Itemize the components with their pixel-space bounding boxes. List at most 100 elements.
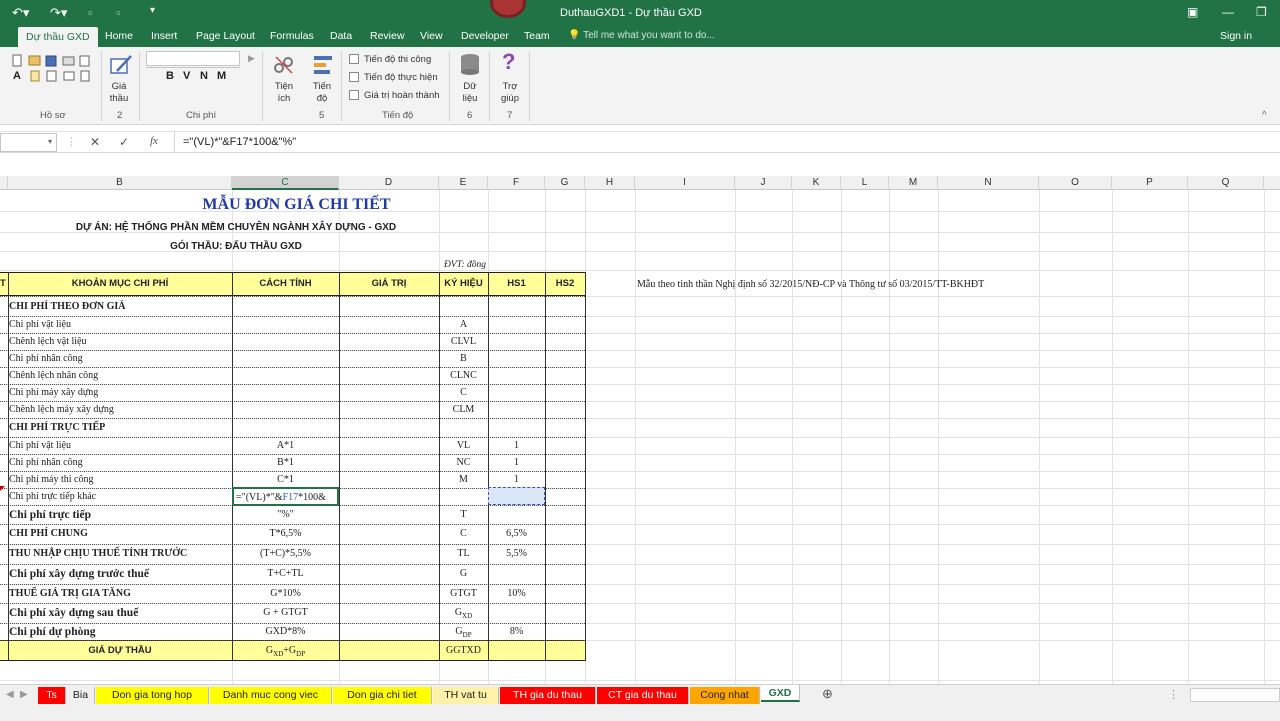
du-lieu-button[interactable]: Dữ liệu	[457, 81, 483, 105]
header-gia-tri[interactable]: GIÁ TRỊ	[339, 278, 439, 290]
format-v-button[interactable]: V	[183, 70, 190, 82]
edit-cell-text[interactable]: ="(VL)*"&F17*100&	[236, 492, 326, 504]
tab-team[interactable]: Team	[524, 30, 550, 42]
customize-qat-icon[interactable]: ▾	[150, 5, 155, 16]
row-cach-tinh[interactable]: G*10%	[232, 588, 339, 600]
cancel-icon[interactable]: ✕	[90, 135, 100, 149]
sheet-tab[interactable]: TH vat tu	[433, 687, 499, 704]
row-hs1[interactable]: 10%	[488, 588, 545, 600]
format-a-button[interactable]: A	[13, 70, 21, 82]
tien-do-icon[interactable]	[313, 55, 333, 75]
tell-me-search[interactable]: 💡 Tell me what you want to do...	[568, 30, 715, 41]
tab-insert[interactable]: Insert	[151, 30, 177, 42]
total-formula[interactable]: GXD+GDP	[232, 645, 339, 660]
database-icon[interactable]	[459, 53, 481, 77]
edit-tools-icons[interactable]	[30, 69, 100, 83]
project-name[interactable]: DỰ ÁN: HỆ THỐNG PHẦN MỀM CHUYÊN NGÀNH XÂ…	[8, 222, 464, 234]
sheet-title[interactable]: MẪU ĐƠN GIÁ CHI TIẾT	[8, 196, 585, 214]
redo-icon[interactable]: ↷▾	[50, 5, 67, 21]
collapse-ribbon-icon[interactable]: ^	[1262, 110, 1267, 121]
tab-page-layout[interactable]: Page Layout	[196, 30, 255, 42]
column-header[interactable]: I	[635, 176, 735, 190]
row-khoan-muc[interactable]: Chi phí nhân công	[9, 457, 231, 469]
column-header[interactable]: D	[339, 176, 439, 190]
row-cach-tinh[interactable]: A*1	[232, 440, 339, 452]
row-khoan-muc[interactable]: Chênh lệch vật liệu	[9, 336, 231, 348]
row-hs1[interactable]: 6,5%	[488, 528, 545, 540]
header-ky-hieu[interactable]: KÝ HIỆU	[439, 278, 488, 290]
column-header[interactable]: J	[735, 176, 792, 190]
row-khoan-muc[interactable]: Chi phí xây dựng trước thuế	[9, 568, 231, 580]
help-icon[interactable]: ?	[502, 49, 515, 75]
row-ky-hieu[interactable]: G	[439, 568, 488, 580]
sheet-tab[interactable]: Bia	[67, 687, 95, 704]
checkbox-tien-do-thi-cong[interactable]	[349, 54, 359, 64]
column-header[interactable]: Q	[1188, 176, 1264, 190]
tab-developer[interactable]: Developer	[461, 30, 509, 42]
row-hs1[interactable]: 1	[488, 457, 545, 469]
new-sheet-icon[interactable]: ⊕	[822, 686, 833, 702]
sheet-tab[interactable]: Don gia chi tiet	[333, 687, 432, 704]
file-tools-icons[interactable]	[12, 54, 102, 68]
row-ky-hieu[interactable]: CLVL	[439, 336, 488, 348]
row-cach-tinh[interactable]: B*1	[232, 457, 339, 469]
header-cell-a[interactable]: T	[0, 278, 8, 290]
split-handle-icon[interactable]: ⋮	[1168, 688, 1179, 701]
column-header[interactable]: O	[1039, 176, 1112, 190]
row-khoan-muc[interactable]: CHI PHÍ CHUNG	[9, 528, 231, 540]
total-label[interactable]: GIÁ DỰ THẦU	[8, 645, 232, 657]
tien-ich-button[interactable]: Tiện ích	[272, 81, 296, 105]
row-cach-tinh[interactable]: (T+C)*5,5%	[232, 548, 339, 560]
tro-giup-button[interactable]: Trợ giúp	[497, 81, 523, 105]
row-ky-hieu[interactable]: A	[439, 319, 488, 331]
column-header[interactable]: N	[938, 176, 1039, 190]
sheet-tab[interactable]: CT gia du thau	[597, 687, 689, 704]
row-cach-tinh[interactable]: T*6,5%	[232, 528, 339, 540]
tab-review[interactable]: Review	[370, 30, 404, 42]
formula-input[interactable]: ="(VL)*"&F17*100&"%"	[174, 132, 1280, 153]
sheet-scroll-left-icon[interactable]: ◀	[6, 689, 14, 700]
format-b-button[interactable]: B	[166, 70, 174, 82]
column-header-selected[interactable]: C	[232, 176, 339, 190]
row-cach-tinh[interactable]: "%"	[232, 509, 339, 521]
header-hs2[interactable]: HS2	[545, 278, 585, 290]
minimize-icon[interactable]: —	[1222, 5, 1234, 19]
column-header[interactable]: E	[439, 176, 488, 190]
column-header[interactable]: F	[488, 176, 545, 190]
row-ky-hieu[interactable]: NC	[439, 457, 488, 469]
row-khoan-muc[interactable]: CHI PHÍ THEO ĐƠN GIÁ	[9, 301, 231, 313]
row-ky-hieu[interactable]: GTGT	[439, 588, 488, 600]
horizontal-scrollbar[interactable]	[1190, 688, 1280, 702]
header-cach-tinh[interactable]: CÁCH TÍNH	[232, 278, 339, 290]
row-khoan-muc[interactable]: Chi phí trực tiếp	[9, 509, 231, 521]
total-symbol[interactable]: GGTXD	[439, 645, 488, 657]
row-khoan-muc[interactable]: Chi phí vật liệu	[9, 440, 231, 452]
column-header[interactable]: K	[792, 176, 841, 190]
quick-print-icon[interactable]: ▫	[116, 5, 121, 20]
row-ky-hieu[interactable]: GDP	[439, 626, 488, 641]
restore-icon[interactable]: ❐	[1256, 5, 1267, 19]
row-ky-hieu[interactable]: C	[439, 528, 488, 540]
name-box-dropdown-icon[interactable]: ▾	[48, 137, 52, 146]
tien-do-button[interactable]: Tiến độ	[310, 81, 334, 105]
header-khoan-muc[interactable]: KHOẢN MỤC CHI PHÍ	[8, 278, 232, 290]
gia-thau-button[interactable]: Giá thầu	[108, 81, 130, 105]
row-ky-hieu[interactable]: B	[439, 353, 488, 365]
row-khoan-muc[interactable]: Chi phí máy xây dựng	[9, 387, 231, 399]
note-text[interactable]: Mẫu theo tinh thần Nghị định số 32/2015/…	[637, 279, 984, 291]
checkbox-gia-tri-hoan-thanh[interactable]	[349, 90, 359, 100]
gallery-scroll-icon[interactable]: ▶	[248, 53, 255, 64]
row-cach-tinh[interactable]: T+C+TL	[232, 568, 339, 580]
row-khoan-muc[interactable]: Chênh lệch máy xây dựng	[9, 404, 231, 416]
undo-icon[interactable]: ↶▾	[12, 5, 29, 21]
tab-du-thau-gxd[interactable]: Dự thầu GXD	[18, 27, 98, 47]
gia-thau-icon[interactable]	[109, 53, 133, 77]
tien-ich-icon[interactable]	[273, 54, 295, 76]
tab-home[interactable]: Home	[105, 30, 133, 42]
row-hs1[interactable]: 5,5%	[488, 548, 545, 560]
format-n-button[interactable]: N	[200, 70, 208, 82]
sheet-tab[interactable]: TH gia du thau	[500, 687, 596, 704]
row-cach-tinh[interactable]: C*1	[232, 474, 339, 486]
referenced-cell-f17[interactable]	[488, 487, 545, 505]
tab-data[interactable]: Data	[330, 30, 352, 42]
